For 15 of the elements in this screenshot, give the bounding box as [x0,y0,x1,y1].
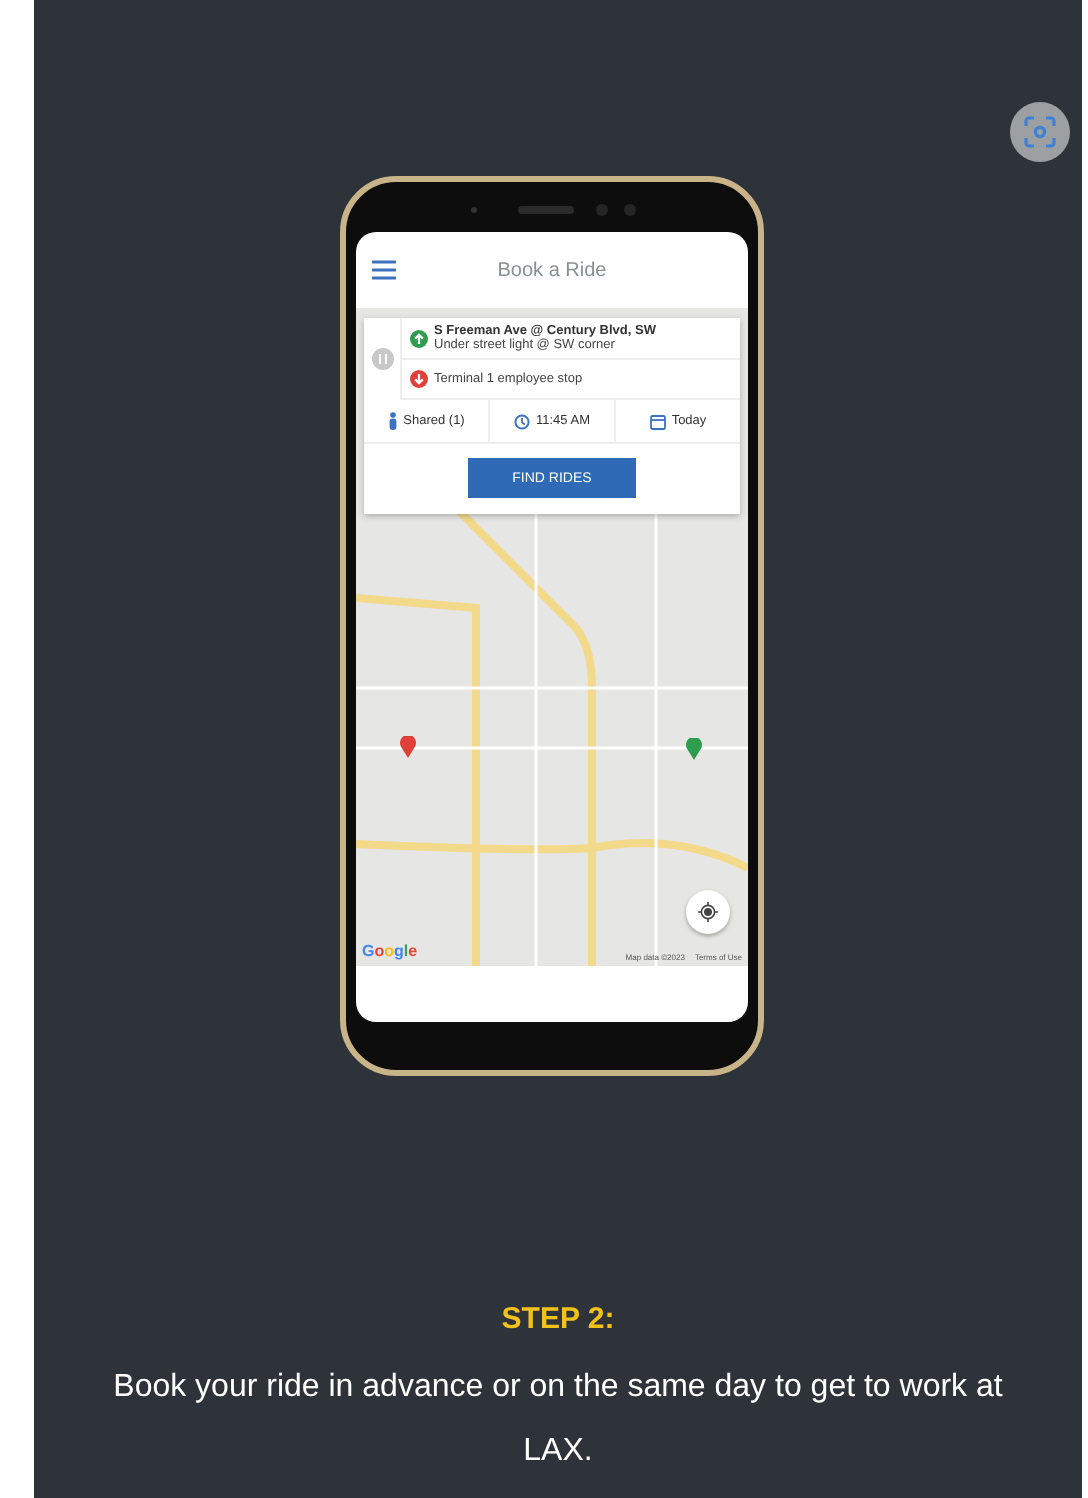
step-heading: STEP 2: [501,1302,615,1336]
calendar-icon [649,413,666,429]
scan-button[interactable] [1010,102,1070,162]
pickup-arrow-icon [410,329,428,347]
menu-icon[interactable] [372,260,396,280]
map-pin-icon [686,738,702,760]
step-description: Book your ride in advance or on the same day to get to work at LAX. [113,1368,1003,1472]
person-icon [387,412,398,430]
clock-icon [514,413,530,429]
screen-title: Book a Ride [497,259,607,281]
map-pin-icon [400,736,416,758]
crosshair-icon [698,902,718,922]
scan-icon [1024,116,1056,148]
map-logo: Google [362,942,418,960]
dropoff-arrow-icon [410,370,428,388]
